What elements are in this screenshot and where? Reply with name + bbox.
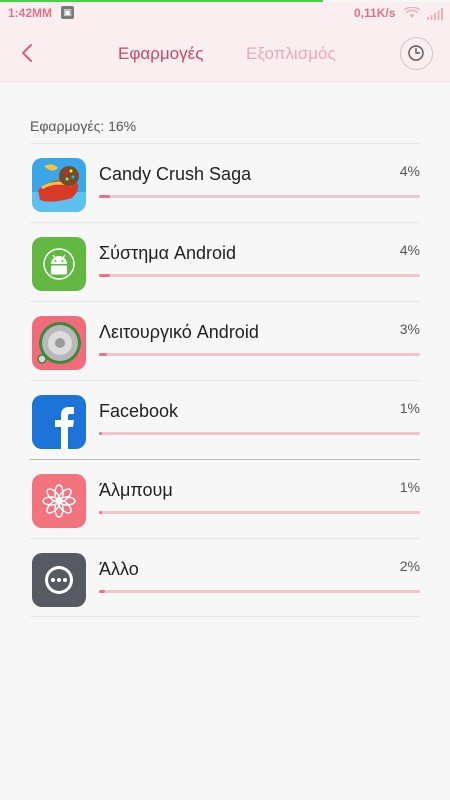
app-usage-list: Candy Crush Saga 4% Σύστημα Android 4% Λ…: [30, 143, 420, 617]
list-item[interactable]: Facebook 1%: [30, 380, 420, 459]
facebook-icon: [32, 395, 86, 449]
wifi-icon: [403, 6, 421, 22]
list-item[interactable]: Άλλο 2%: [30, 538, 420, 617]
list-item[interactable]: Σύστημα Android 4%: [30, 222, 420, 301]
app-percent: 2%: [399, 558, 420, 574]
notification-icon: ▣: [61, 6, 74, 19]
chevron-left-icon: [22, 44, 32, 62]
app-header: Εφαρμογές Εξοπλισμός: [0, 24, 450, 82]
app-name: Candy Crush Saga: [99, 164, 252, 184]
usage-bar: [99, 353, 420, 356]
app-name: Άλμπουμ: [99, 480, 173, 500]
usage-bar-fill: [99, 590, 105, 593]
app-percent: 3%: [399, 321, 420, 337]
app-percent: 4%: [399, 242, 420, 258]
usage-bar: [99, 511, 420, 514]
usage-bar: [99, 432, 420, 435]
list-item[interactable]: Άλμπουμ 1%: [30, 459, 420, 538]
clock-icon: [408, 45, 424, 61]
tab-hardware[interactable]: Εξοπλισμός: [246, 44, 336, 64]
usage-bar-fill: [99, 195, 111, 198]
app-percent: 4%: [399, 163, 420, 179]
signal-icon: [427, 8, 443, 23]
history-button[interactable]: [400, 37, 433, 70]
app-percent: 1%: [399, 479, 420, 495]
other-icon: [32, 553, 86, 607]
list-item[interactable]: Λειτουργικό Android 3%: [30, 301, 420, 380]
usage-bar: [99, 195, 420, 198]
usage-bar: [99, 590, 420, 593]
usage-bar-fill: [99, 353, 108, 356]
app-name: Άλλο: [99, 559, 139, 579]
status-bar: 1:42MM ▣ 0,11K/s: [0, 2, 450, 24]
usage-bar-fill: [99, 432, 103, 435]
back-button[interactable]: [14, 38, 42, 68]
app-percent: 1%: [399, 400, 420, 416]
apps-summary: Εφαρμογές: 16%: [30, 118, 137, 134]
app-name: Σύστημα Android: [99, 243, 237, 263]
status-time: 1:42MM: [8, 6, 53, 20]
candy-crush-icon: [32, 158, 86, 212]
android-os-icon: [32, 316, 86, 370]
usage-bar-fill: [99, 511, 103, 514]
list-item[interactable]: Candy Crush Saga 4%: [30, 143, 420, 222]
usage-bar: [99, 274, 420, 277]
album-icon: [32, 474, 86, 528]
app-name: Λειτουργικό Android: [99, 322, 259, 342]
android-system-icon: [32, 237, 86, 291]
network-speed: 0,11K/s: [354, 6, 396, 20]
tab-apps[interactable]: Εφαρμογές: [118, 44, 203, 64]
usage-bar-fill: [99, 274, 111, 277]
app-name: Facebook: [99, 401, 179, 421]
